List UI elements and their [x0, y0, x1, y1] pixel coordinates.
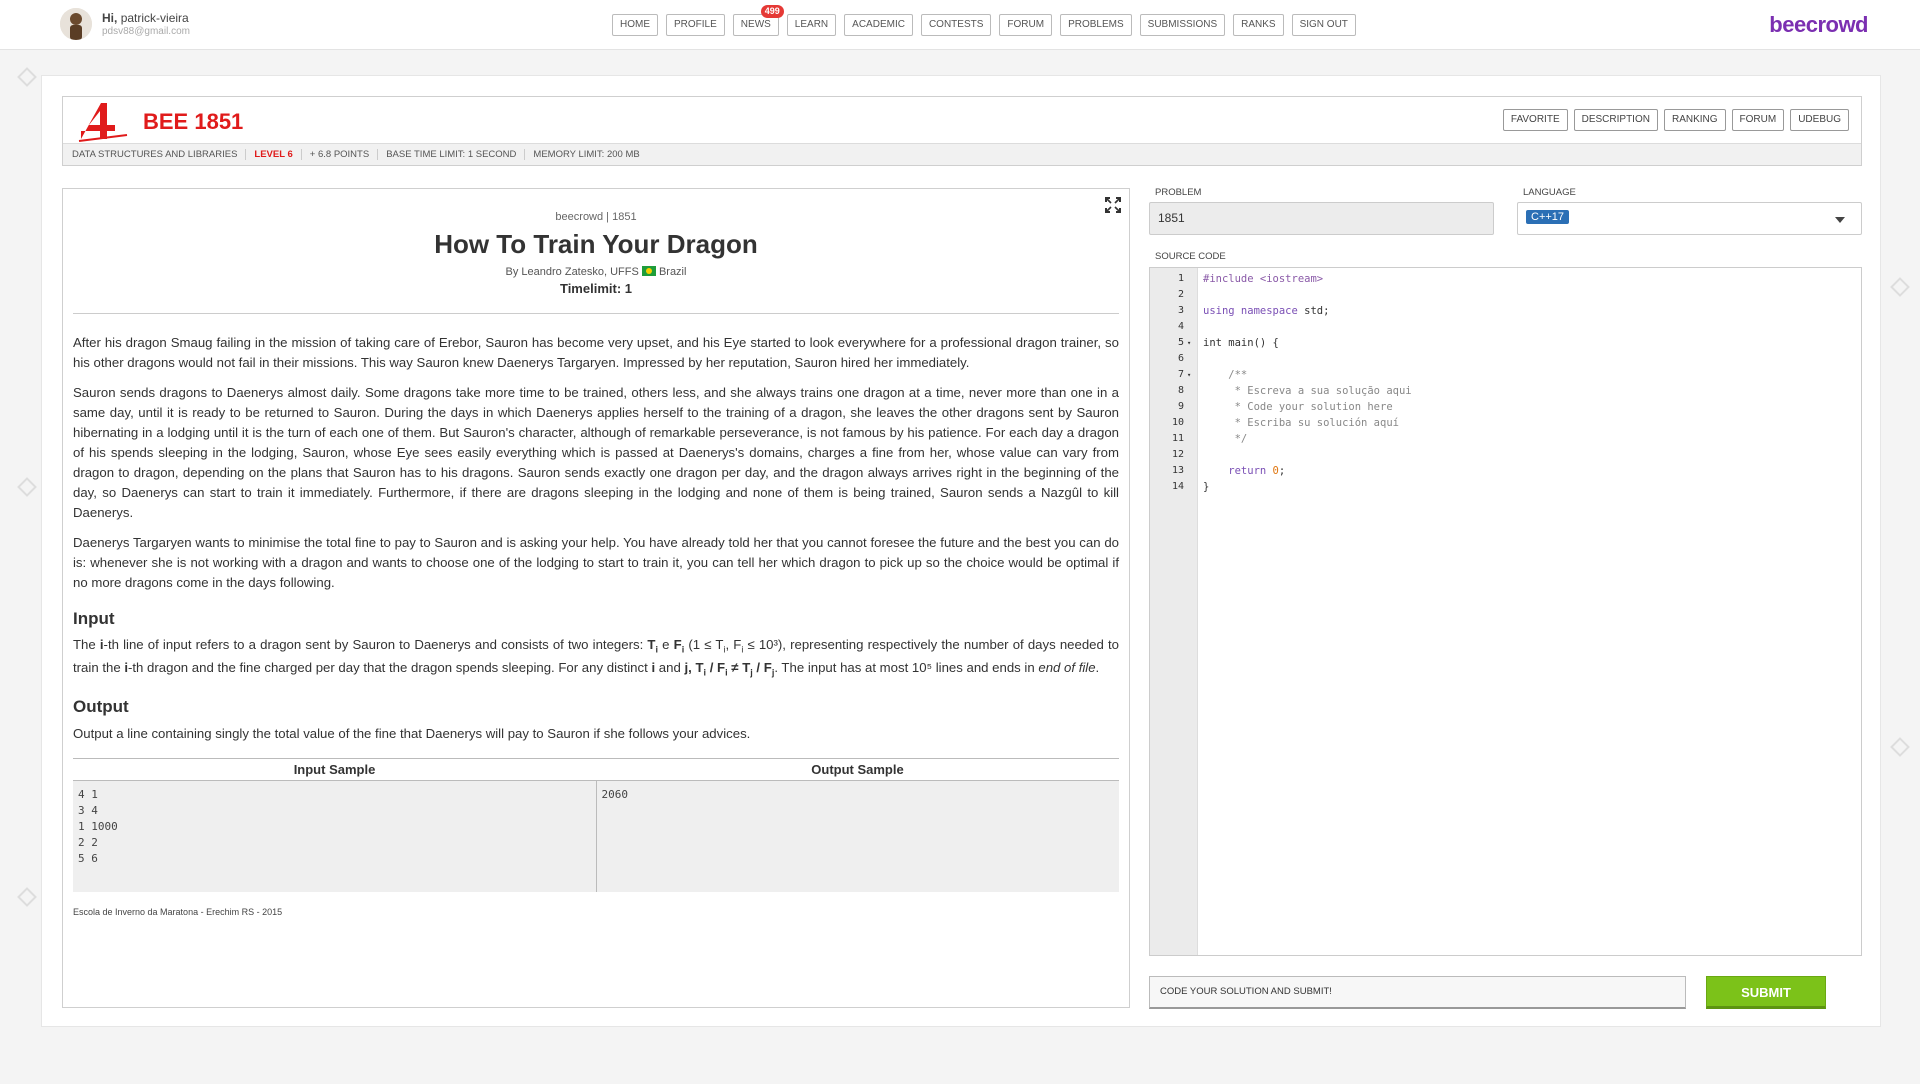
language-field-label: LANGUAGE [1523, 187, 1576, 198]
submit-button[interactable]: SUBMIT [1706, 976, 1826, 1009]
line-number-label: 6 [1177, 353, 1184, 364]
line-number: 4 [1150, 319, 1861, 335]
line-number-label: 2 [1177, 289, 1184, 300]
input-sample-header: Input Sample [73, 758, 596, 782]
nav-sign-out[interactable]: SIGN OUT [1291, 14, 1356, 36]
expand-icon[interactable] [1105, 197, 1121, 213]
problem-time-limit: BASE TIME LIMIT: 1 SECOND [378, 149, 526, 160]
nav-news-label: NEWS [740, 19, 771, 30]
problem-number-field[interactable]: 1851 [1149, 202, 1494, 235]
line-number-label: 4 [1177, 321, 1184, 332]
code-line: */ [1203, 433, 1248, 445]
problem-meta-bar: DATA STRUCTURES AND LIBRARIES LEVEL 6 + 6.… [63, 143, 1861, 165]
code-line: using namespace std; [1203, 305, 1330, 317]
nav-submissions[interactable]: SUBMISSIONS [1139, 14, 1226, 36]
problem-memory-limit: MEMORY LIMIT: 200 MB [533, 149, 640, 160]
nav-home[interactable]: HOME [612, 14, 658, 36]
problem-level: LEVEL 6 [246, 149, 302, 160]
forum-button[interactable]: FORUM [1731, 109, 1785, 131]
top-navbar: Hi, patrick-vieira pdsv88@gmail.com HOME… [0, 0, 1920, 50]
nav-problems[interactable]: PROBLEMS [1060, 14, 1132, 36]
code-line: int main() { [1203, 337, 1279, 349]
problem-description-panel: beecrowd | 1851 How To Train Your Dragon… [62, 188, 1130, 1008]
line-number: 6 [1150, 351, 1861, 367]
ranking-button[interactable]: RANKING [1663, 109, 1726, 131]
input-description: The i-th line of input refers to a drago… [73, 637, 1119, 678]
bg-pattern-shape [17, 67, 37, 87]
nav-academic[interactable]: ACADEMIC [844, 14, 913, 36]
user-email: pdsv88@gmail.com [102, 26, 190, 37]
problem-points: + 6.8 POINTS [301, 149, 379, 160]
nav-learn[interactable]: LEARN [786, 14, 837, 36]
author-country: Brazil [658, 266, 687, 278]
problem-category: DATA STRUCTURES AND LIBRARIES [72, 149, 247, 160]
statement-paragraph: After his dragon Smaug failing in the mi… [73, 335, 1119, 370]
output-description: Output a line containing singly the tota… [73, 726, 751, 742]
problem-actions: FAVORITE DESCRIPTION RANKING FORUM UDEBU… [1502, 109, 1849, 131]
nav-contests[interactable]: CONTESTS [920, 14, 992, 36]
nav-forum[interactable]: FORUM [999, 14, 1053, 36]
code-line: * Escriba su solución aquí [1203, 417, 1399, 429]
line-number: 2 [1150, 287, 1861, 303]
user-greeting: Hi, patrick-vieira [102, 11, 189, 25]
problem-header: BEE 1851 FAVORITE DESCRIPTION RANKING FO… [62, 96, 1862, 166]
divider [73, 313, 1119, 314]
bg-pattern-shape [17, 887, 37, 907]
submit-hint: CODE YOUR SOLUTION AND SUBMIT! [1149, 976, 1686, 1009]
favorite-button[interactable]: FAVORITE [1502, 109, 1568, 131]
bg-pattern-shape [17, 477, 37, 497]
source-code-label: SOURCE CODE [1155, 251, 1226, 262]
bg-pattern-shape [1890, 277, 1910, 297]
samples-table: Input Sample Output Sample 4 1 3 4 1 100… [73, 758, 1119, 892]
nav-ranks[interactable]: RANKS [1233, 14, 1284, 36]
problem-id: BEE 1851 [143, 109, 244, 134]
language-select[interactable]: C++17 [1517, 202, 1862, 235]
problem-title: How To Train Your Dragon [434, 229, 758, 259]
chevron-down-icon [1835, 217, 1845, 223]
code-line: * Escreva a sua solução aqui [1203, 385, 1412, 397]
problem-field-label: PROBLEM [1155, 187, 1202, 198]
problem-source: Escola de Inverno da Maratona - Erechim … [73, 906, 283, 917]
input-heading: Input [73, 609, 115, 628]
user-avatar-icon [60, 8, 92, 40]
code-line: * Code your solution here [1203, 401, 1393, 413]
code-line: /** [1203, 369, 1248, 381]
news-count-badge: 499 [760, 5, 784, 18]
output-heading: Output [73, 697, 129, 717]
statement-paragraph: Daenerys Targaryen wants to minimise the… [73, 535, 1119, 590]
output-sample: 2060 [595, 780, 1119, 892]
udebug-button[interactable]: UDEBUG [1790, 109, 1849, 131]
output-sample-header: Output Sample [596, 758, 1119, 782]
input-sample: 4 1 3 4 1 1000 2 2 5 6 [73, 780, 596, 892]
problem-timelimit: Timelimit: 1 [559, 281, 632, 296]
description-button[interactable]: DESCRIPTION [1573, 109, 1658, 131]
selected-language: C++17 [1526, 210, 1570, 224]
author-name: By Leandro Zatesko, UFFS [505, 266, 639, 278]
brand-logo[interactable]: beecrowd [1769, 12, 1868, 38]
problem-card: BEE 1851 FAVORITE DESCRIPTION RANKING FO… [41, 75, 1881, 1027]
statement-paragraph: Sauron sends dragons to Daenerys almost … [73, 385, 1119, 520]
main-nav: HOME PROFILE NEWS 499 LEARN ACADEMIC CONT… [612, 5, 1356, 36]
code-line: } [1203, 481, 1210, 493]
code-line: return 0; [1203, 465, 1286, 477]
code-line: #include <iostream> [1203, 273, 1324, 285]
bg-pattern-shape [1890, 737, 1910, 757]
problem-category-icon [78, 103, 128, 142]
line-number: 12 [1150, 447, 1861, 463]
nav-news[interactable]: NEWS 499 [732, 5, 784, 36]
problem-author: By Leandro Zatesko, UFFS Brazil [73, 266, 1119, 278]
problem-breadcrumb: beecrowd | 1851 [555, 211, 637, 223]
brazil-flag-icon [641, 266, 656, 276]
nav-profile[interactable]: PROFILE [666, 14, 725, 36]
line-number-label: 12 [1171, 449, 1184, 460]
avatar[interactable] [60, 8, 92, 40]
code-editor[interactable]: 1 2 3 4 5 ▾ 6 7 ▾ 8 9 10 11 12 13 14 #include <iostream… [1149, 267, 1862, 956]
